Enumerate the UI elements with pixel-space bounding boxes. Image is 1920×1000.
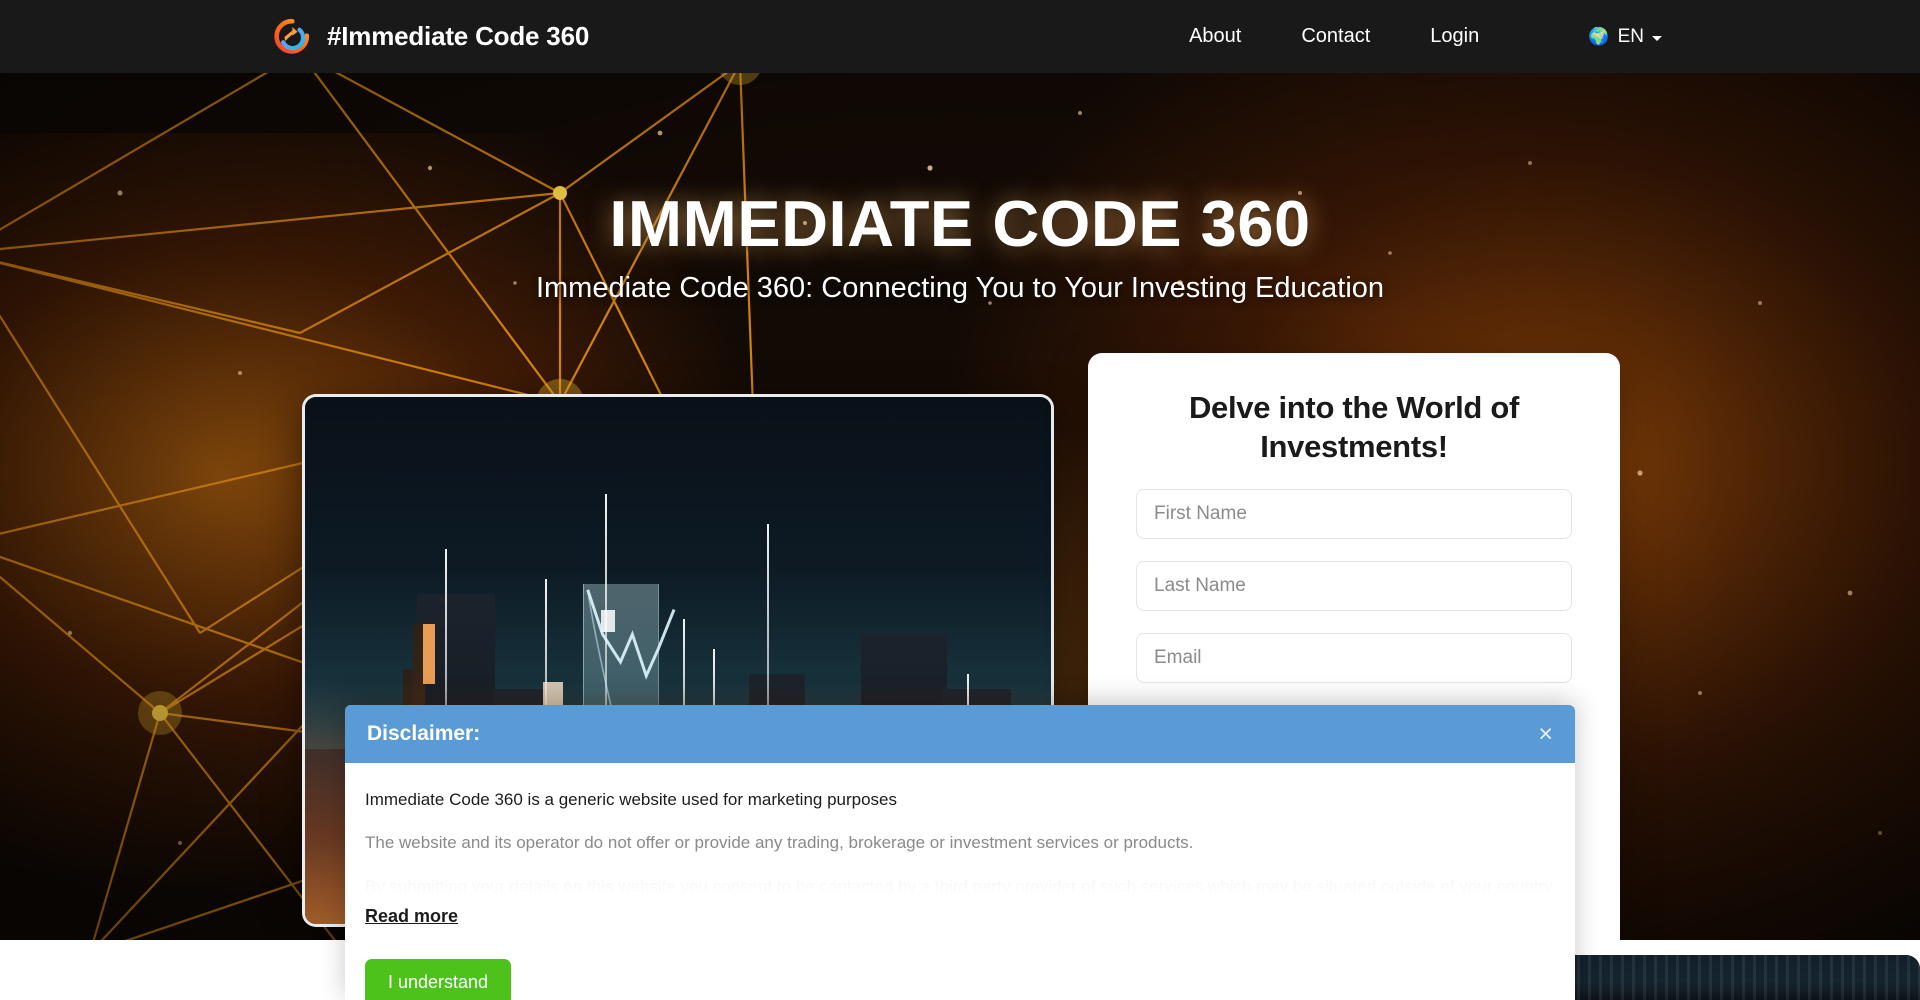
signup-title: Delve into the World of Investments! bbox=[1188, 390, 1520, 464]
disclaimer-modal-body: Immediate Code 360 is a generic website … bbox=[345, 763, 1575, 1000]
first-name-input[interactable] bbox=[1136, 488, 1572, 539]
email-input[interactable] bbox=[1136, 632, 1572, 683]
close-icon[interactable]: × bbox=[1538, 721, 1553, 747]
top-navbar: #Immediate Code 360 About Contact Login … bbox=[0, 0, 1920, 73]
globe-icon: 🌍 bbox=[1588, 27, 1610, 46]
disclaimer-paragraph-1: Immediate Code 360 is a generic website … bbox=[365, 790, 898, 809]
brand-title: #Immediate Code 360 bbox=[327, 21, 590, 51]
hero-title: IMMEDIATE CODE 360 bbox=[609, 187, 1311, 260]
hero-subtitle: Immediate Code 360: Connecting You to Yo… bbox=[535, 272, 1385, 304]
disclaimer-title: Disclaimer: bbox=[367, 722, 481, 745]
nav-link-about[interactable]: About bbox=[1179, 19, 1251, 54]
brand-logo-icon bbox=[272, 16, 314, 58]
chevron-down-icon bbox=[1652, 35, 1662, 41]
disclaimer-paragraph-3: By submitting your details on this websi… bbox=[365, 876, 1553, 896]
i-understand-button[interactable]: I understand bbox=[365, 959, 512, 1000]
read-more-link[interactable]: Read more bbox=[365, 906, 458, 927]
disclaimer-modal-header: Disclaimer: × bbox=[345, 705, 1575, 763]
primary-nav: About Contact Login bbox=[1179, 19, 1489, 54]
last-name-input[interactable] bbox=[1136, 560, 1572, 611]
language-label: EN bbox=[1617, 25, 1644, 47]
nav-link-contact[interactable]: Contact bbox=[1291, 19, 1380, 54]
language-selector[interactable]: 🌍 EN bbox=[1588, 26, 1662, 48]
brand[interactable]: #Immediate Code 360 bbox=[272, 16, 589, 58]
disclaimer-modal: Disclaimer: × Immediate Code 360 is a ge… bbox=[345, 705, 1575, 1000]
nav-link-login[interactable]: Login bbox=[1420, 19, 1489, 54]
disclaimer-paragraph-2: The website and its operator do not offe… bbox=[365, 833, 1194, 853]
